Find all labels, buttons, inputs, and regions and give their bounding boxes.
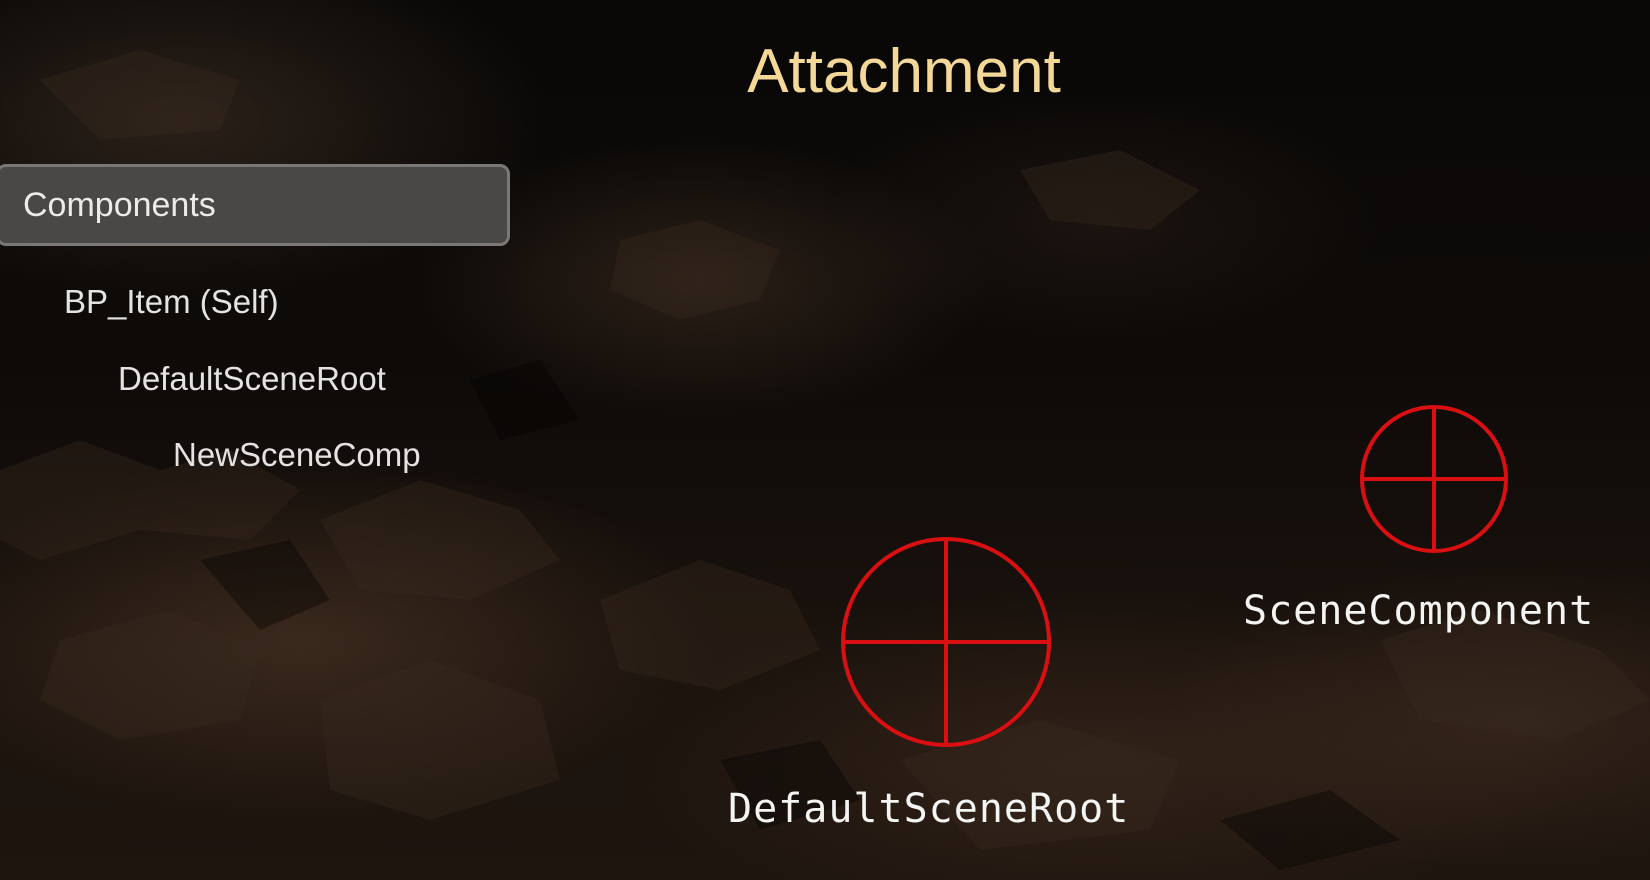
slide: Attachment Components BP_Item (Self) Def… — [0, 0, 1650, 880]
components-panel-header[interactable]: Components — [0, 164, 510, 246]
tree-item-bp-item[interactable]: BP_Item (Self) — [64, 283, 279, 321]
gizmo-label-scene-component: SceneComponent — [1243, 588, 1595, 634]
scene-component-crosshair-icon[interactable] — [1358, 403, 1510, 555]
slide-title: Attachment — [747, 37, 1061, 106]
scene-component-crosshair-icon[interactable] — [838, 534, 1054, 750]
tree-item-default-scene-root[interactable]: DefaultSceneRoot — [118, 360, 386, 398]
tree-item-new-scene-comp[interactable]: NewSceneComp — [173, 436, 421, 474]
gizmo-label-default-scene-root: DefaultSceneRoot — [728, 786, 1130, 832]
